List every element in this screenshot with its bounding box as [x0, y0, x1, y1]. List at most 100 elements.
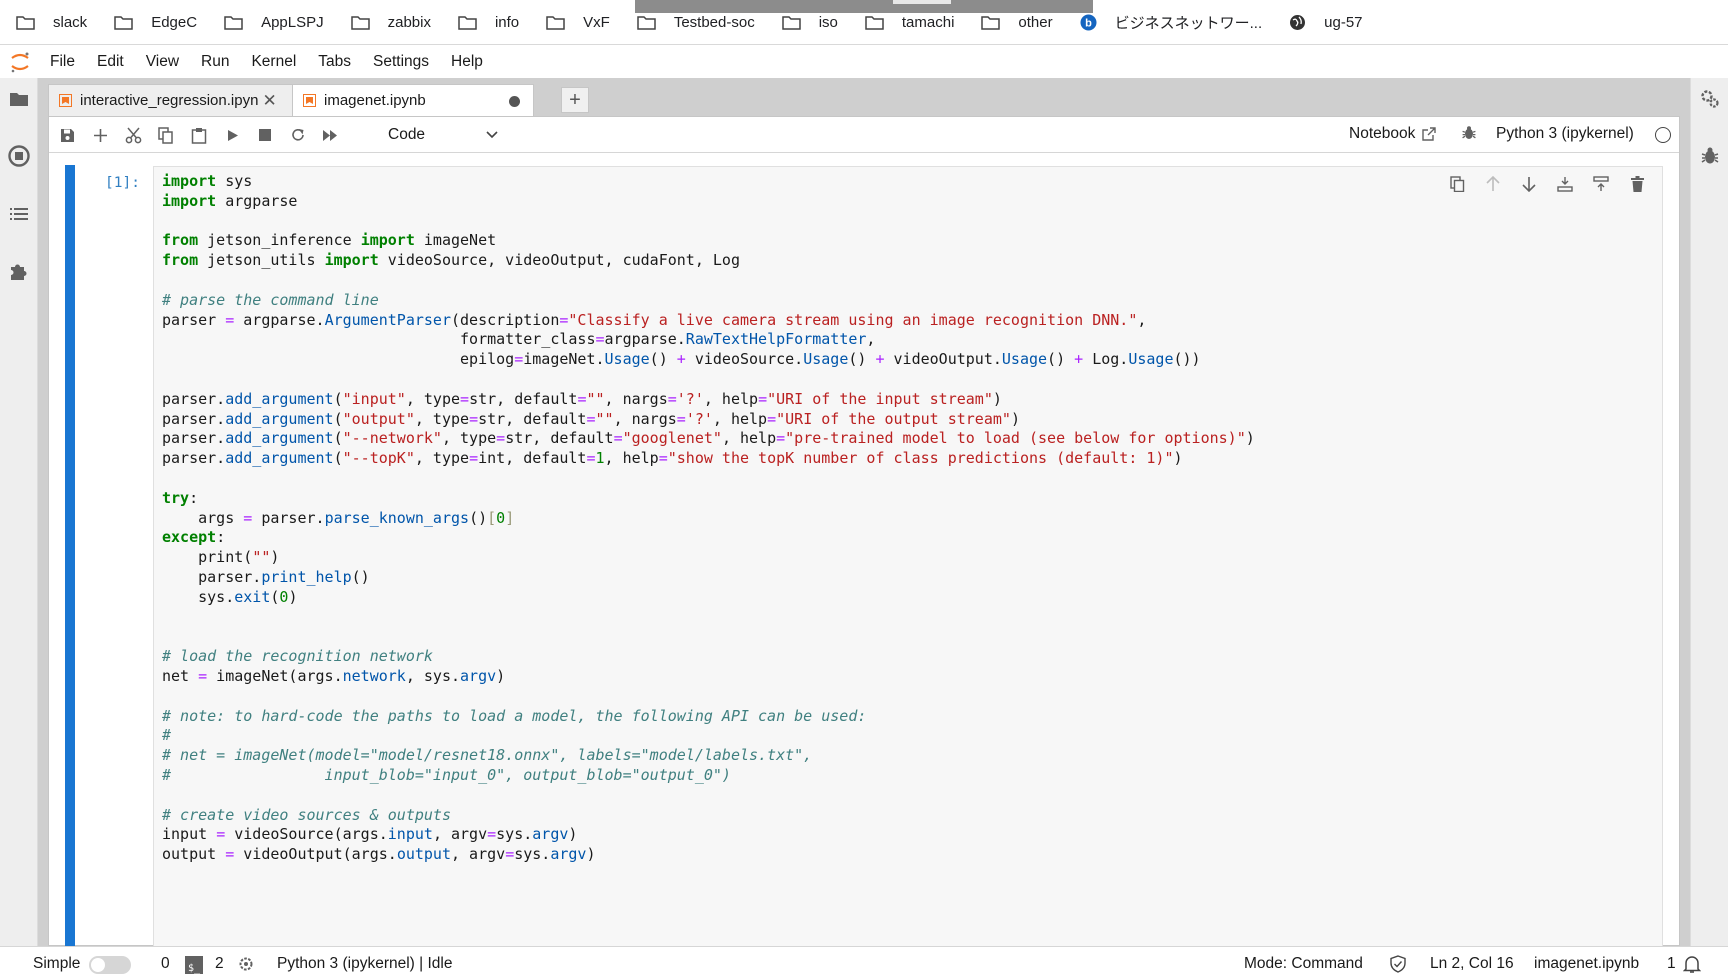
main-dock-area: interactive_regression.ipyn ✕ imagenet.i… [38, 78, 1690, 947]
menu-tabs[interactable]: Tabs [318, 53, 351, 71]
bookmark-label: ug-57 [1324, 13, 1363, 31]
shield-check-icon[interactable] [1390, 955, 1406, 978]
drag-handle-grip [893, 0, 951, 4]
menu-kernel[interactable]: Kernel [251, 53, 296, 71]
menu-help[interactable]: Help [451, 53, 483, 71]
cell-collapser[interactable] [65, 165, 75, 947]
notebook-panel: Code Notebook Python 3 (ipykernel) [1]: [48, 116, 1680, 947]
copy-icon[interactable] [155, 124, 177, 146]
move-cell-down-icon[interactable] [1518, 173, 1540, 195]
chevron-down-icon [486, 131, 498, 139]
kernel-status-text[interactable]: Python 3 (ipykernel) | Idle [277, 955, 452, 973]
bookmark-label: VxF [583, 13, 610, 31]
duplicate-cell-icon[interactable] [1446, 173, 1468, 195]
simple-mode-toggle[interactable] [89, 956, 131, 974]
notification-bell-icon[interactable] [1682, 955, 1702, 979]
folder-icon [224, 15, 252, 30]
site-b-icon: b [1080, 14, 1106, 31]
folder-icon [981, 15, 1009, 30]
insert-cell-plus-icon[interactable] [89, 124, 111, 146]
mode-indicator[interactable]: Mode: Command [1244, 955, 1363, 973]
move-cell-up-icon[interactable] [1482, 173, 1504, 195]
table-of-contents-list-icon[interactable] [8, 203, 30, 225]
current-filename[interactable]: imagenet.ipynb [1534, 955, 1639, 973]
menu-edit[interactable]: Edit [97, 53, 124, 71]
delete-cell-trash-icon[interactable] [1626, 173, 1648, 195]
bookmark-4[interactable]: info [458, 7, 519, 37]
bookmark-10[interactable]: b ビジネスネットワー... [1080, 7, 1262, 37]
bookmark-1[interactable]: EdgeC [114, 7, 197, 37]
running-kernels-stop-icon[interactable] [8, 145, 30, 167]
property-inspector-gears-icon[interactable] [1699, 88, 1721, 110]
cell-type-select[interactable]: Code [386, 123, 498, 147]
tab-label: interactive_regression.ipyn [80, 92, 259, 109]
insert-cell-above-icon[interactable] [1554, 173, 1576, 195]
run-cell-play-icon[interactable] [221, 124, 243, 146]
folder-icon [114, 15, 142, 30]
notebook-toolbar: Code Notebook Python 3 (ipykernel) [49, 117, 1679, 153]
cell-type-value: Code [388, 126, 426, 143]
bookmark-label: slack [53, 13, 88, 31]
extension-manager-puzzle-icon[interactable] [8, 260, 30, 282]
tab-label: imagenet.ipynb [324, 92, 426, 109]
status-bar: Simple 0 $_ 2 Python 3 (ipykernel) | Idl… [0, 946, 1728, 980]
kernel-idle-circle-icon [1655, 127, 1671, 143]
code-cell[interactable]: [1]: import sys import argparse from jet… [49, 165, 1679, 947]
interrupt-stop-icon[interactable] [254, 124, 276, 146]
menu-settings[interactable]: Settings [373, 53, 429, 71]
insert-cell-below-icon[interactable] [1590, 173, 1612, 195]
document-tab-bar: interactive_regression.ipyn ✕ imagenet.i… [48, 84, 1680, 116]
kernel-name-button[interactable]: Python 3 (ipykernel) [1496, 125, 1634, 143]
cell-code-editor[interactable]: import sys import argparse from jetson_i… [153, 166, 1663, 947]
notebook-label-text: Notebook [1349, 125, 1416, 142]
bookmark-3[interactable]: zabbix [350, 7, 431, 37]
cut-scissors-icon[interactable] [122, 124, 144, 146]
kernel-count[interactable]: 2 [215, 955, 224, 973]
file-browser-folder-icon[interactable] [8, 88, 30, 110]
restart-run-all-fast-forward-icon[interactable] [319, 124, 341, 146]
unsaved-dot-icon[interactable] [509, 96, 520, 107]
folder-icon [458, 15, 486, 30]
folder-icon [350, 15, 379, 30]
bookmark-label: info [494, 13, 520, 31]
bookmark-2[interactable]: AppLSPJ [224, 7, 324, 37]
globe-icon [1289, 14, 1315, 31]
folder-icon [637, 15, 665, 30]
toolbar-debugger-bug-icon[interactable] [1461, 125, 1477, 146]
bookmark-5[interactable]: VxF [546, 7, 610, 37]
bookmark-label: zabbix [387, 13, 431, 31]
kernel-gear-icon [237, 955, 255, 978]
bookmark-label: EdgeC [151, 13, 198, 31]
save-icon[interactable] [56, 124, 78, 146]
debugger-bug-icon[interactable] [1699, 145, 1721, 167]
tab-interactive-regression[interactable]: interactive_regression.ipyn ✕ [48, 84, 294, 116]
notification-count[interactable]: 1 [1667, 955, 1676, 973]
new-launcher-plus-icon[interactable]: + [561, 87, 589, 113]
menu-bar: File Edit View Run Kernel Tabs Settings Help [0, 45, 1728, 78]
restart-kernel-icon[interactable] [287, 124, 309, 146]
tab-imagenet[interactable]: imagenet.ipynb [292, 84, 534, 116]
window-drag-handle[interactable] [635, 0, 1093, 13]
notebook-file-icon [303, 94, 316, 107]
open-in-notebook-button[interactable]: Notebook [1349, 125, 1437, 143]
bookmark-label: Testbed-soc [673, 13, 755, 31]
terminal-count[interactable]: 0 [161, 955, 170, 973]
cell-prompt: [1]: [105, 175, 140, 191]
close-tab-icon[interactable]: ✕ [262, 91, 276, 111]
bookmark-11[interactable]: ug-57 [1289, 7, 1363, 37]
paste-clipboard-icon[interactable] [188, 124, 210, 146]
folder-icon [546, 15, 574, 30]
bookmark-label: iso [818, 13, 838, 31]
terminal-icon: $_ [185, 956, 203, 974]
folder-icon [16, 15, 44, 30]
left-sidebar [0, 78, 38, 946]
menu-view[interactable]: View [146, 53, 179, 71]
folder-icon [865, 15, 893, 30]
cell-toolbar [1432, 173, 1648, 195]
cursor-position[interactable]: Ln 2, Col 16 [1430, 955, 1514, 973]
menu-run[interactable]: Run [201, 53, 229, 71]
svg-text:b: b [1085, 17, 1092, 29]
cell-source-code: import sys import argparse from jetson_i… [162, 172, 1255, 864]
menu-file[interactable]: File [50, 53, 75, 71]
bookmark-0[interactable]: slack [16, 7, 87, 37]
